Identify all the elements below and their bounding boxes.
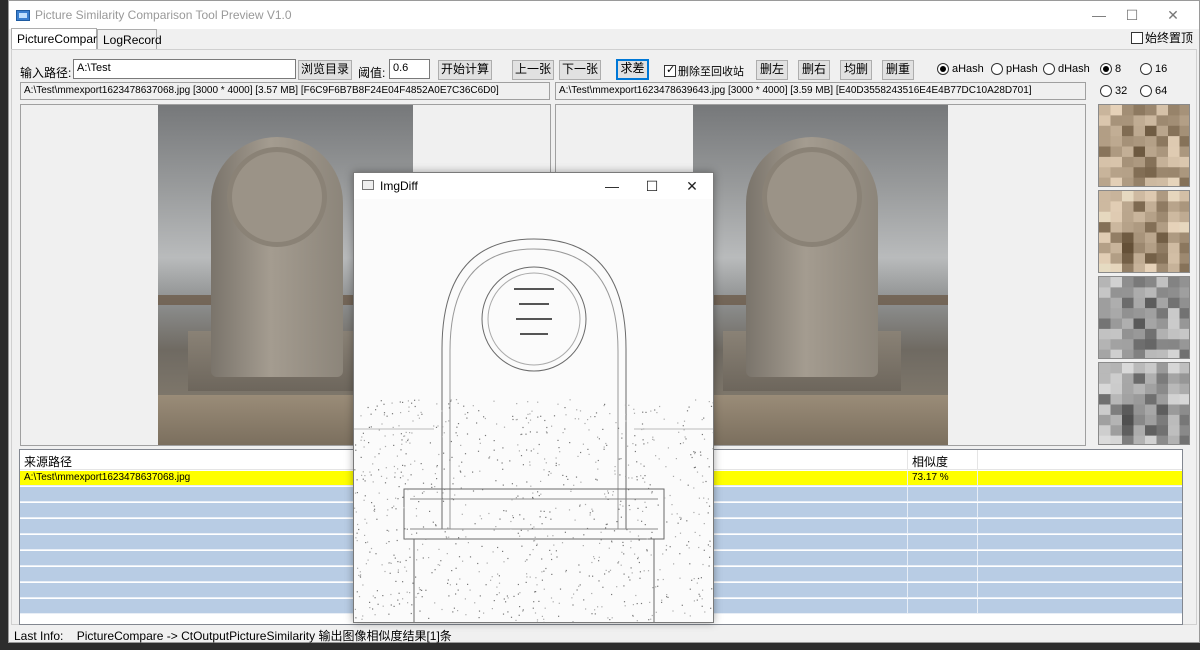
column-header-similarity[interactable]: 相似度 [908,450,978,470]
radio-size-64-label: 64 [1155,85,1168,97]
cell-similarity [908,567,978,582]
app-icon [16,10,30,21]
window-title: Picture Similarity Comparison Tool Previ… [35,8,292,22]
delete-right-button[interactable]: 删右 [798,60,830,80]
monument-medallion [227,147,327,247]
cell-similarity [908,551,978,566]
radio-size-32[interactable]: 32 [1100,85,1127,97]
radio-icon[interactable] [1140,63,1152,75]
path-label: 输入路径: [20,66,72,80]
status-bar: Last Info: PictureCompare -> CtOutputPic… [11,625,1197,643]
browse-button[interactable]: 浏览目录 [298,60,352,80]
hash-thumbnail-left-color [1098,104,1190,187]
cell-similarity [908,535,978,550]
title-bar[interactable]: Picture Similarity Comparison Tool Previ… [9,1,1199,29]
hash-thumbnail-right-gray [1098,362,1190,445]
hash-thumbnails [1098,104,1192,448]
radio-icon[interactable] [937,63,949,75]
always-on-top-label: 始终置顶 [1144,31,1193,45]
cell-similarity: 73.17 % [908,471,978,486]
delete-duplicate-button[interactable]: 删重 [882,60,914,80]
right-image-info: A:\Test\mmexport1623478639643.jpg [3000 … [555,82,1086,100]
right-photo [693,105,948,445]
radio-ahash-label: aHash [952,63,984,75]
tab-log-record[interactable]: LogRecord [97,29,162,49]
radio-size-8-label: 8 [1115,63,1122,75]
maximize-button[interactable]: ☐ [1120,4,1144,26]
radio-size-16-label: 16 [1155,63,1168,75]
cell-similarity [908,503,978,518]
checkbox-icon[interactable] [1130,31,1143,44]
radio-icon[interactable] [1140,85,1152,97]
imgdiff-image [354,199,713,622]
hash-thumbnail-left-gray [1098,276,1190,359]
radio-size-64[interactable]: 64 [1140,85,1167,97]
radio-size-32-label: 32 [1115,85,1128,97]
imgdiff-title-bar[interactable]: ImgDiff — ☐ ✕ [354,173,713,199]
radio-phash[interactable]: pHash [991,63,1038,75]
delete-left-button[interactable]: 删左 [756,60,788,80]
tab-picture-compare[interactable]: PictureCompare [11,28,104,49]
diff-outline-drawing [354,199,713,622]
monument-stone [746,137,878,377]
path-input[interactable]: A:\Test [73,59,296,79]
threshold-label: 阈值: [358,66,386,80]
monument-medallion [762,147,862,247]
imgdiff-window[interactable]: ImgDiff — ☐ ✕ [353,172,714,623]
close-button[interactable]: ✕ [1161,4,1185,26]
recycle-checkbox[interactable]: 删除至回收站 [664,63,744,79]
radio-icon[interactable] [1100,85,1112,97]
recycle-label: 删除至回收站 [678,66,744,78]
cell-similarity [908,519,978,534]
status-text: PictureCompare -> CtOutputPictureSimilar… [76,629,452,643]
always-on-top-checkbox[interactable]: 始终置顶 [1130,29,1193,46]
radio-icon[interactable] [991,63,1003,75]
start-compute-button[interactable]: 开始计算 [438,60,492,80]
delete-both-button[interactable]: 均删 [840,60,872,80]
radio-phash-label: pHash [1006,63,1038,75]
threshold-input[interactable]: 0.6 [389,59,430,79]
radio-ahash[interactable]: aHash [937,63,984,75]
cell-similarity [908,583,978,598]
left-image-info: A:\Test\mmexport1623478637068.jpg [3000 … [20,82,550,100]
radio-dhash-label: dHash [1058,63,1090,75]
imgdiff-maximize-button[interactable]: ☐ [641,175,663,197]
imgdiff-minimize-button[interactable]: — [601,175,623,197]
diff-button[interactable]: 求差 [616,59,649,80]
radio-size-8[interactable]: 8 [1100,63,1121,75]
imgdiff-app-icon [362,180,374,190]
status-label: Last Info: [14,629,64,643]
cell-similarity [908,487,978,502]
radio-icon[interactable] [1043,63,1055,75]
cell-similarity [908,599,978,614]
minimize-button[interactable]: — [1087,4,1111,26]
radio-dhash[interactable]: dHash [1043,63,1090,75]
ground [693,395,948,445]
next-image-button[interactable]: 下一张 [559,60,601,80]
imgdiff-close-button[interactable]: ✕ [681,175,703,197]
imgdiff-title: ImgDiff [380,179,418,193]
radio-icon[interactable] [1100,63,1112,75]
checkbox-icon[interactable] [664,63,676,77]
radio-size-16[interactable]: 16 [1140,63,1167,75]
hash-thumbnail-right-color [1098,190,1190,273]
prev-image-button[interactable]: 上一张 [512,60,554,80]
monument-stone [211,137,343,377]
